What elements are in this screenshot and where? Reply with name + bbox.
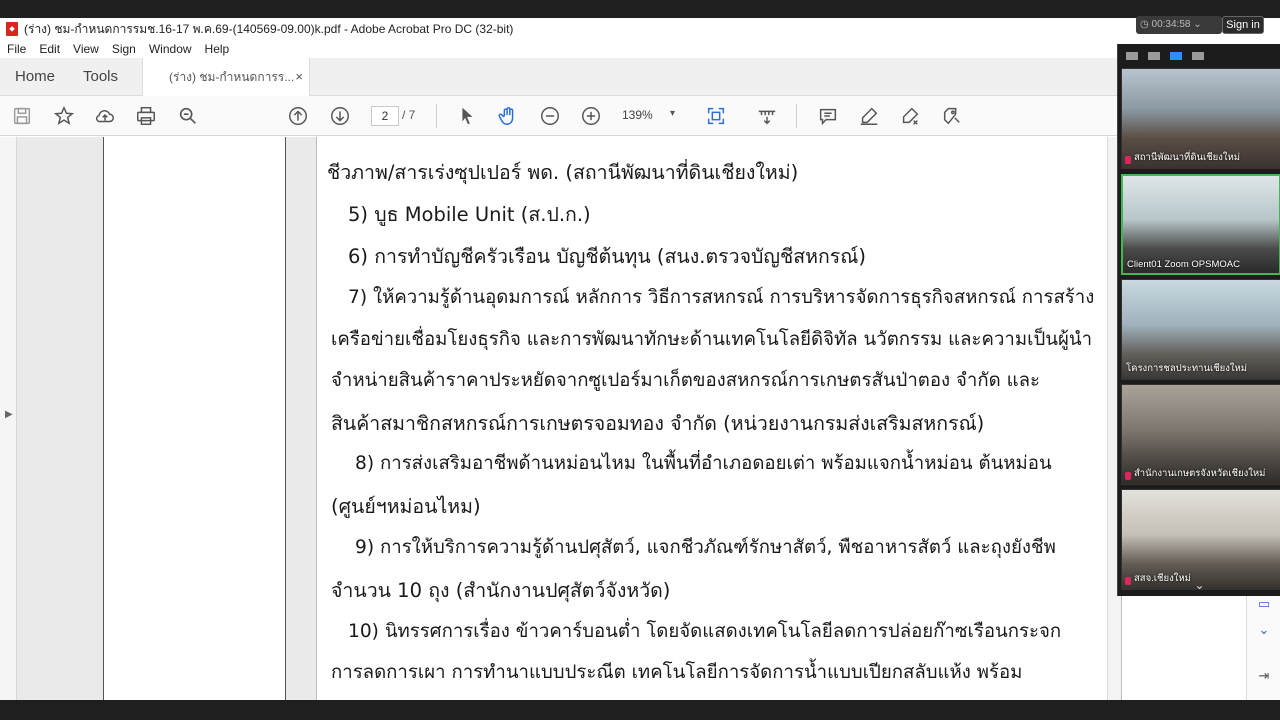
previous-page-icon[interactable] [286, 104, 310, 128]
document-line: 8) การส่งเสริมอาชีพด้านหม่อนไหม ในพื้นที… [355, 453, 1052, 474]
cloud-upload-icon[interactable] [93, 104, 117, 128]
zoom-video-panel: สถานีพัฒนาที่ดินเชียงใหม่ Client01 Zoom … [1117, 44, 1280, 596]
muted-mic-icon [1125, 156, 1131, 164]
acrobat-window: ⬥ (ร่าง) ชม-กำหนดการรมช.16-17 พ.ค.69-(14… [0, 18, 1280, 700]
participant-tile[interactable]: สำนักงานเกษตรจังหวัดเชียงใหม่ [1121, 384, 1280, 485]
zoom-dropdown-icon[interactable]: ▾ [670, 108, 675, 119]
chevron-down-icon[interactable]: ⌄ [1255, 622, 1273, 640]
document-line: 5) บูธ Mobile Unit (ส.ป.ก.) [348, 203, 591, 226]
muted-mic-icon [1125, 472, 1131, 480]
toolbar: 2 / 7 139% ▾ [0, 96, 1118, 136]
menu-view[interactable]: View [73, 42, 99, 56]
document-line: 6) การทำบัญชีครัวเรือน บัญชีต้นทุน (สนง.… [348, 245, 866, 268]
zoom-out-icon[interactable] [538, 104, 562, 128]
menu-sign[interactable]: Sign [112, 42, 136, 56]
toolbar-divider [796, 104, 797, 128]
taskbar [0, 700, 1280, 720]
document-line: จำหน่ายสินค้าราคาประหยัดจากซูเปอร์มาเก็ต… [331, 370, 1040, 391]
hand-tool-icon[interactable] [496, 104, 520, 128]
expand-panel-icon[interactable]: ▶ [5, 409, 13, 420]
more-participants-icon[interactable]: ⌄ [1118, 574, 1280, 596]
speaker-view-icon[interactable] [1148, 52, 1160, 60]
participant-tile[interactable]: โครงการชลประทานเชียงใหม่ [1121, 279, 1280, 380]
document-line: (ศูนย์ฯหม่อนไหม) [331, 495, 481, 518]
minimize-view-icon[interactable] [1126, 52, 1138, 60]
select-cursor-icon[interactable] [455, 104, 479, 128]
save-icon[interactable] [10, 104, 34, 128]
zoom-view-controls [1118, 44, 1280, 68]
participant-name: โครงการชลประทานเชียงใหม่ [1126, 363, 1248, 374]
tab-tools[interactable]: Tools [83, 58, 118, 96]
sign-in-button[interactable]: Sign in [1222, 16, 1264, 34]
right-tools-pane: ▭ ⌄ ⇥ [1246, 596, 1280, 700]
strip-view-icon[interactable] [1170, 52, 1182, 60]
sign-pen-icon[interactable] [898, 104, 922, 128]
zoom-search-icon[interactable] [176, 104, 200, 128]
close-tab-icon[interactable]: × [295, 58, 303, 96]
menu-window[interactable]: Window [149, 42, 192, 56]
tool-icon[interactable]: ▭ [1255, 596, 1273, 614]
meeting-timer-value: 00:34:58 [1151, 19, 1191, 30]
document-line: สินค้าสมาชิกสหกรณ์การเกษตรจอมทอง จำกัด (… [331, 412, 985, 435]
clock-icon: ◷ [1140, 19, 1152, 30]
screen: ⬥ (ร่าง) ชม-กำหนดการรมช.16-17 พ.ค.69-(14… [0, 0, 1280, 720]
tab-home[interactable]: Home [15, 58, 55, 96]
tab-bar: Home Tools (ร่าง) ชม-กำหนดการร... × [0, 58, 1118, 96]
next-page-icon[interactable] [328, 104, 352, 128]
print-icon[interactable] [134, 104, 158, 128]
tab-document[interactable]: (ร่าง) ชม-กำหนดการร... × [142, 58, 310, 96]
document-line: 10) นิทรรศการเรื่อง ข้าวคาร์บอนต่ำ โดยจั… [348, 621, 1062, 642]
more-tools-icon[interactable] [940, 104, 964, 128]
collapse-pane-icon[interactable]: ⇥ [1255, 668, 1273, 686]
document-line: 9) การให้บริการความรู้ด้านปศุสัตว์, แจกช… [355, 537, 1056, 558]
participant-tile[interactable]: สถานีพัฒนาที่ดินเชียงใหม่ [1121, 68, 1280, 169]
participant-name: สถานีพัฒนาที่ดินเชียงใหม่ [1134, 152, 1241, 163]
zoom-level[interactable]: 139% [622, 108, 653, 122]
window-title: (ร่าง) ชม-กำหนดการรมช.16-17 พ.ค.69-(1405… [24, 21, 514, 36]
document-area: ▶ ชีวภาพ/สารเร่งซุปเปอร์ พด. (สถานีพัฒนา… [0, 137, 1122, 700]
participant-name: สำนักงานเกษตรจังหวัดเชียงใหม่ [1134, 468, 1266, 479]
toolbar-divider [436, 104, 437, 128]
document-line: จำนวน 10 ถุง (สำนักงานปศุสัตว์จังหวัด) [331, 579, 671, 602]
page-number-input[interactable]: 2 [371, 106, 399, 126]
document-line: 7) ให้ความรู้ด้านอุดมการณ์ หลักการ วิธีก… [348, 287, 1095, 308]
title-bar: ⬥ (ร่าง) ชม-กำหนดการรมช.16-17 พ.ค.69-(14… [0, 18, 1280, 40]
zoom-in-icon[interactable] [579, 104, 603, 128]
comment-icon[interactable] [816, 104, 840, 128]
menu-bar: File Edit View Sign Window Help [0, 40, 1280, 58]
bookmark-star-icon[interactable] [52, 104, 76, 128]
acrobat-pdf-icon: ⬥ [6, 22, 18, 36]
participant-name: Client01 Zoom OPSMOAC [1127, 259, 1240, 270]
gallery-view-icon[interactable] [1192, 52, 1204, 60]
pdf-page: ชีวภาพ/สารเร่งซุปเปอร์ พด. (สถานีพัฒนาที… [316, 137, 1122, 700]
menu-file[interactable]: File [7, 42, 26, 56]
document-line: ชีวภาพ/สารเร่งซุปเปอร์ พด. (สถานีพัฒนาที… [327, 161, 799, 184]
menu-edit[interactable]: Edit [39, 42, 60, 56]
participant-tile-active[interactable]: Client01 Zoom OPSMOAC [1121, 174, 1280, 275]
fit-page-icon[interactable] [704, 104, 728, 128]
left-navigation-panel[interactable]: ▶ [0, 137, 17, 700]
top-black-bar [0, 0, 1280, 18]
page-total: / 7 [402, 108, 416, 122]
document-line: เครือข่ายเชื่อมโยงธุรกิจ และการพัฒนาทักษ… [331, 329, 1093, 350]
chevron-down-icon: ⌄ [1190, 19, 1202, 30]
scroll-mode-icon[interactable] [755, 104, 779, 128]
page-left-column [103, 137, 286, 700]
highlight-pen-icon[interactable] [857, 104, 881, 128]
menu-help[interactable]: Help [205, 42, 230, 56]
document-line: การลดการเผา การทำนาแบบประณีต เทคโนโลยีกา… [331, 662, 1023, 683]
tab-document-label: (ร่าง) ชม-กำหนดการร... [169, 70, 295, 84]
meeting-timer[interactable]: ◷ 00:34:58 ⌄ [1136, 16, 1222, 34]
